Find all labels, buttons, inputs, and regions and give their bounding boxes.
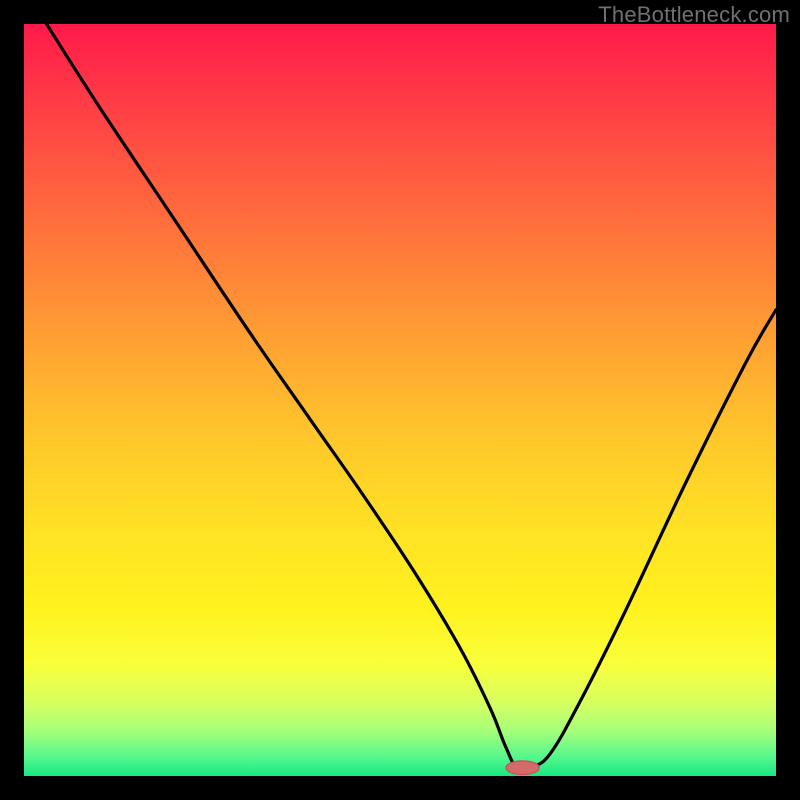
- optimum-marker: [506, 761, 539, 775]
- watermark-text: TheBottleneck.com: [598, 2, 790, 28]
- bottleneck-chart: [24, 24, 776, 776]
- gradient-background: [24, 24, 776, 776]
- chart-frame: TheBottleneck.com: [0, 0, 800, 800]
- plot-area: [24, 24, 776, 776]
